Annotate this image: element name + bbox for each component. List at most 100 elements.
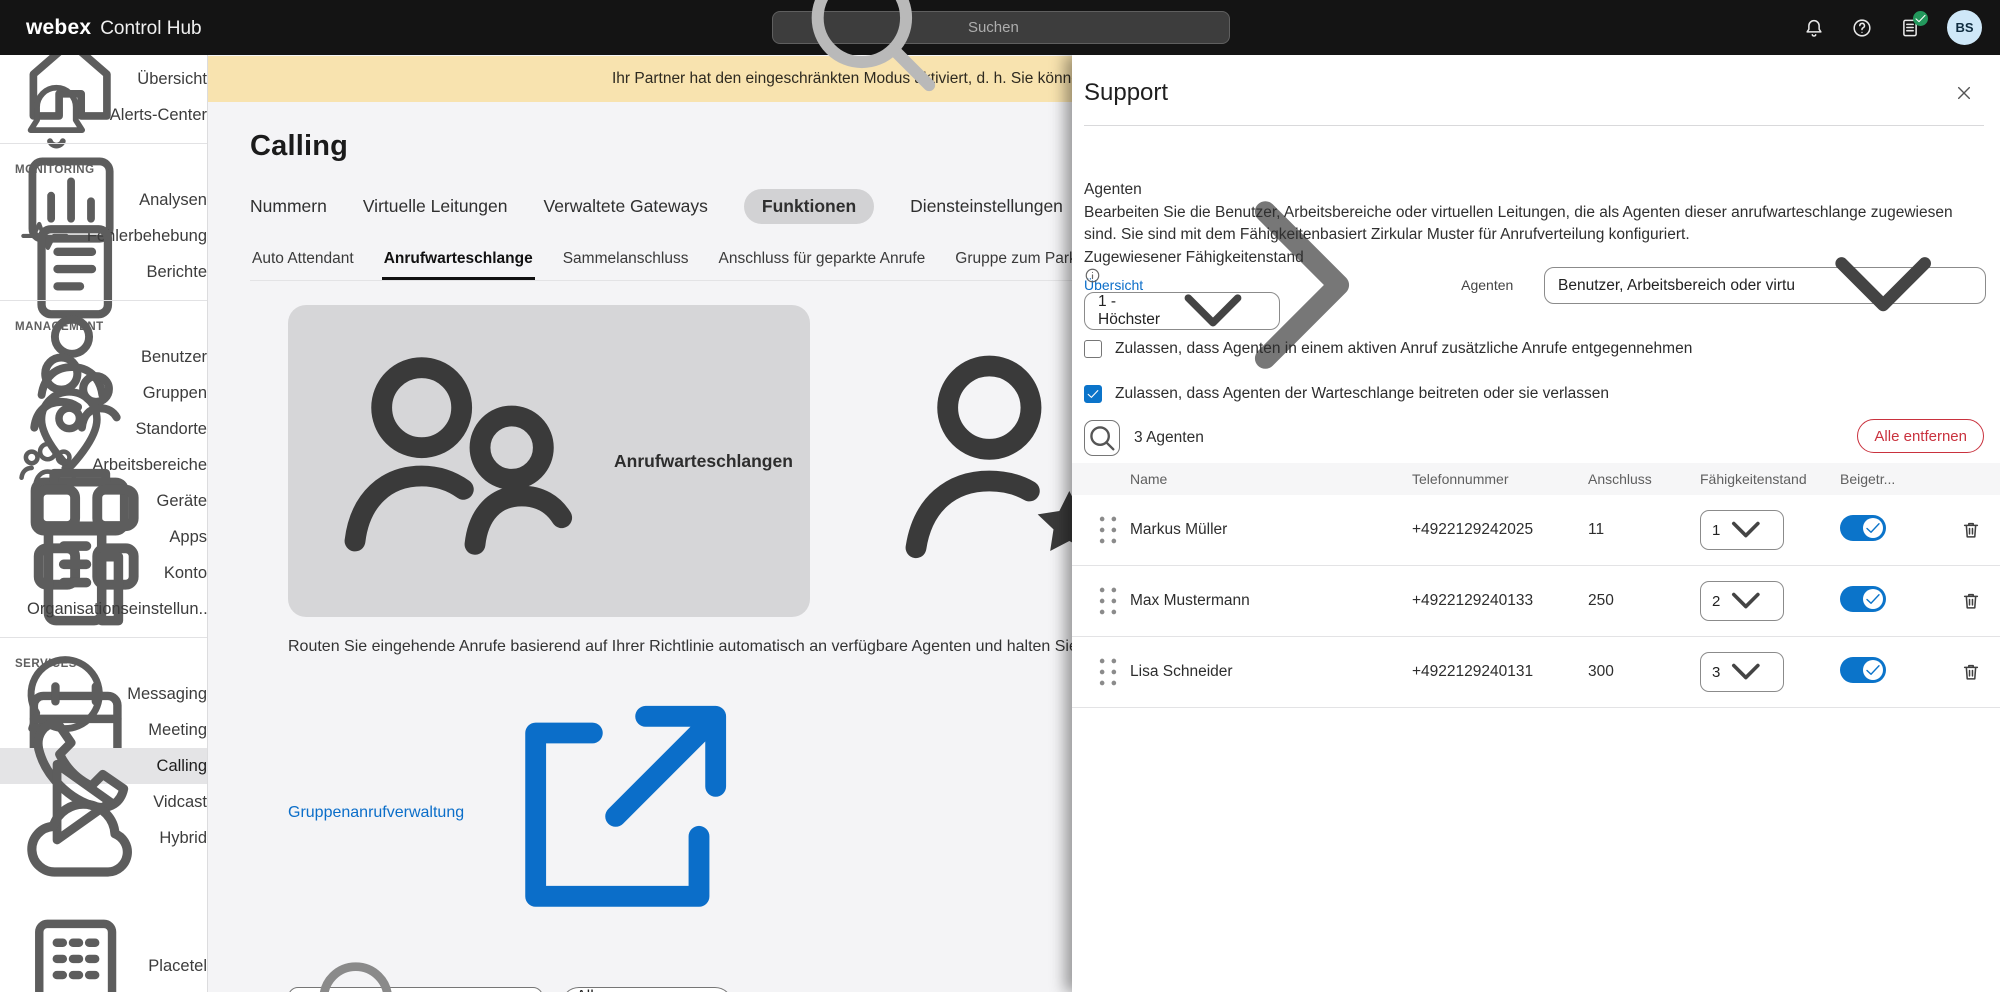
sidebar-item-konto[interactable]: Konto bbox=[0, 555, 207, 591]
tab-virtuelle-leitungen[interactable]: Virtuelle Leitungen bbox=[363, 189, 508, 224]
sidebar-item-label: Übersicht bbox=[137, 70, 207, 89]
trash-icon[interactable] bbox=[1960, 519, 1982, 541]
global-search-input[interactable] bbox=[968, 19, 1217, 36]
tab-funktionen[interactable]: Funktionen bbox=[744, 189, 874, 224]
logo-webex: webex bbox=[26, 16, 91, 40]
notifications-bell-icon[interactable] bbox=[1803, 17, 1825, 39]
add-user-dropdown[interactable]: Benutzer, Arbeitsbereich oder virtuelle … bbox=[1544, 267, 1986, 304]
agent-name: Markus Müller bbox=[1130, 521, 1412, 539]
sidebar-item-placetel[interactable]: Placetel bbox=[0, 948, 207, 984]
subtab-anschluss-für-geparkte-anrufe[interactable]: Anschluss für geparkte Anrufe bbox=[717, 242, 928, 280]
support-detail-panel: Support Übersicht Agenten Agenten Bearbe… bbox=[1072, 55, 2000, 992]
sidebar-item-label: Analysen bbox=[139, 191, 207, 210]
skill-level-select[interactable]: 3 bbox=[1700, 652, 1784, 692]
checkbox-checked[interactable] bbox=[1084, 385, 1102, 403]
sidebar-item-label: Calling bbox=[157, 757, 207, 776]
chevron-down-icon bbox=[645, 969, 718, 992]
green-check-badge bbox=[1913, 11, 1928, 26]
sidebar-item-berichte[interactable]: Berichte bbox=[0, 254, 207, 290]
info-icon[interactable] bbox=[1084, 267, 1101, 284]
agent-name: Max Mustermann bbox=[1130, 592, 1412, 610]
subtab-anrufwarteschlange[interactable]: Anrufwarteschlange bbox=[382, 242, 535, 280]
column-header-beigetr: Beigetr... bbox=[1840, 471, 1948, 487]
trash-icon[interactable] bbox=[1960, 661, 1982, 683]
drag-handle-icon[interactable] bbox=[1086, 508, 1130, 552]
sidebar-item-label: Berichte bbox=[146, 263, 207, 282]
location-filter-dropdown[interactable]: Alle Standorte bbox=[561, 987, 733, 992]
chevron-down-icon bbox=[1720, 504, 1772, 556]
sidebar-item-alerts-center[interactable]: Alerts-Center bbox=[0, 97, 207, 133]
segment-label: Anrufwarteschlangen bbox=[614, 451, 793, 472]
agent-row: Max Mustermann+49221292401332502 bbox=[1072, 566, 2000, 637]
global-search[interactable] bbox=[772, 11, 1230, 44]
agent-row: Lisa Schneider+49221292401313003 bbox=[1072, 637, 2000, 708]
logo-control-hub: Control Hub bbox=[100, 18, 201, 40]
agent-extension: 11 bbox=[1588, 521, 1700, 539]
queue-search[interactable] bbox=[288, 987, 543, 992]
checkbox-row[interactable]: Zulassen, dass Agenten in einem aktiven … bbox=[1084, 340, 1692, 358]
sidebar: ÜbersichtAlerts-CenterMONITORINGAnalysen… bbox=[0, 55, 208, 992]
search-icon bbox=[785, 0, 958, 114]
skill-value: 3 bbox=[1712, 664, 1720, 681]
sidebar-item-label: Placetel bbox=[148, 957, 207, 976]
sidebar-item-label: Konto bbox=[164, 564, 207, 583]
chevron-down-icon bbox=[1720, 646, 1772, 698]
skill-level-select[interactable]: 1 bbox=[1700, 510, 1784, 550]
sidebar-item-label: Alerts-Center bbox=[110, 106, 207, 125]
help-icon[interactable] bbox=[1851, 17, 1873, 39]
agents-table: NameTelefonnummerAnschlussFähigkeitensta… bbox=[1072, 463, 2000, 708]
toggle-knob bbox=[1863, 660, 1883, 680]
agents-section-label: Agenten bbox=[1084, 181, 1142, 199]
agent-phone: +4922129240133 bbox=[1412, 592, 1588, 610]
agents-table-header: NameTelefonnummerAnschlussFähigkeitensta… bbox=[1072, 463, 2000, 495]
sidebar-item-organisationseinstellun[interactable]: Organisationseinstellun... bbox=[0, 591, 207, 627]
cloud-icon bbox=[15, 772, 147, 904]
toggle-knob bbox=[1863, 518, 1883, 538]
agent-row: Markus Müller+4922129242025111 bbox=[1072, 495, 2000, 566]
top-bar: webex Control Hub BS bbox=[0, 0, 2000, 55]
breadcrumb-agenten: Agenten bbox=[1461, 277, 1513, 293]
drag-handle-icon[interactable] bbox=[1086, 650, 1130, 694]
sidebar-item-label: Gruppen bbox=[143, 384, 207, 403]
divider bbox=[0, 637, 207, 638]
sidebar-item-label: Standorte bbox=[135, 420, 207, 439]
tab-verwaltete-gateways[interactable]: Verwaltete Gateways bbox=[543, 189, 707, 224]
divider bbox=[1084, 125, 1984, 126]
office-icon bbox=[15, 905, 136, 992]
sidebar-item-label: Organisationseinstellun... bbox=[27, 600, 208, 619]
toggle-knob bbox=[1863, 589, 1883, 609]
sidebar-item-label: Hybrid bbox=[159, 829, 207, 848]
close-icon[interactable] bbox=[1954, 83, 1974, 103]
skill-level-dropdown[interactable]: 1 - Höchster bbox=[1084, 292, 1280, 330]
agent-phone: +4922129242025 bbox=[1412, 521, 1588, 539]
checkbox-label: Zulassen, dass Agenten in einem aktiven … bbox=[1115, 340, 1692, 358]
joined-toggle-on[interactable] bbox=[1840, 586, 1886, 612]
checkbox-row[interactable]: Zulassen, dass Agenten der Warteschlange… bbox=[1084, 385, 1609, 403]
agent-name: Lisa Schneider bbox=[1130, 663, 1412, 681]
checkbox-unchecked[interactable] bbox=[1084, 340, 1102, 358]
chevron-down-icon bbox=[1794, 196, 1972, 374]
joined-toggle-on[interactable] bbox=[1840, 515, 1886, 541]
subtab-auto-attendant[interactable]: Auto Attendant bbox=[250, 242, 356, 280]
drag-handle-icon[interactable] bbox=[1086, 579, 1130, 623]
sidebar-item-label: Meeting bbox=[148, 721, 207, 740]
skill-level-select[interactable]: 2 bbox=[1700, 581, 1784, 621]
agents-search-button[interactable] bbox=[1084, 420, 1120, 456]
tab-nummern[interactable]: Nummern bbox=[250, 189, 327, 224]
remove-all-button[interactable]: Alle entfernen bbox=[1857, 419, 1984, 453]
agents-count: 3 Agenten bbox=[1134, 429, 1204, 447]
avatar[interactable]: BS bbox=[1947, 10, 1982, 45]
column-header-telefonnummer: Telefonnummer bbox=[1412, 471, 1588, 487]
skill-value: 1 bbox=[1712, 522, 1720, 539]
tab-diensteinstellungen[interactable]: Diensteinstellungen bbox=[910, 189, 1063, 224]
segment-anrufwarteschlangen[interactable]: Anrufwarteschlangen bbox=[288, 305, 810, 617]
subtab-sammelanschluss[interactable]: Sammelanschluss bbox=[561, 242, 691, 280]
sidebar-item-label: Vidcast bbox=[153, 793, 207, 812]
sidebar-item-hybrid[interactable]: Hybrid bbox=[0, 820, 207, 856]
trash-icon[interactable] bbox=[1960, 590, 1982, 612]
external-link-icon bbox=[469, 663, 769, 963]
sidebar-item-label: Apps bbox=[169, 528, 207, 547]
joined-toggle-on[interactable] bbox=[1840, 657, 1886, 683]
agent-phone: +4922129240131 bbox=[1412, 663, 1588, 681]
tasks-icon[interactable] bbox=[1899, 17, 1921, 39]
